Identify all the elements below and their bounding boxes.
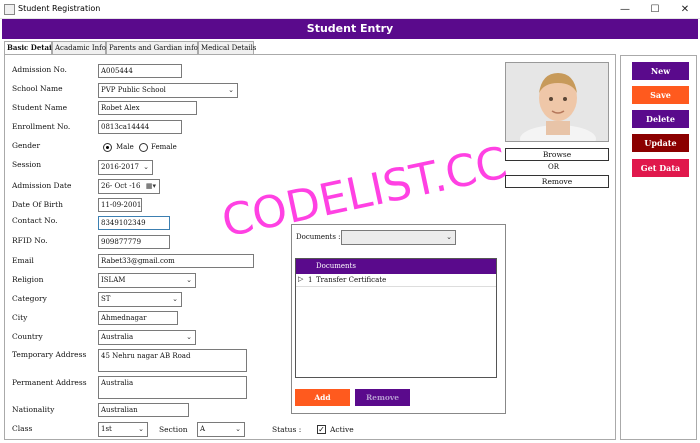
nationality-input[interactable]: Australian bbox=[98, 403, 189, 417]
contact-no-label: Contact No. bbox=[12, 216, 58, 225]
gender-female-radio[interactable] bbox=[139, 143, 148, 152]
chevron-down-icon: ⌄ bbox=[235, 425, 241, 433]
religion-value: ISLAM bbox=[101, 276, 126, 284]
documents-column-header: Documents bbox=[316, 262, 356, 270]
browse-photo-button[interactable]: Browse bbox=[505, 148, 609, 161]
temporary-address-input[interactable]: 45 Nehru nagar AB Road bbox=[98, 349, 247, 372]
update-button[interactable]: Update bbox=[632, 134, 689, 152]
enrollment-no-input[interactable]: 0813ca14444 bbox=[98, 120, 182, 134]
session-value: 2016-2017 bbox=[101, 163, 139, 171]
maximize-button[interactable]: ☐ bbox=[640, 0, 670, 19]
admission-no-label: Admission No. bbox=[12, 65, 67, 74]
section-value: A bbox=[200, 425, 206, 433]
contact-no-input[interactable]: 8349102349 bbox=[98, 216, 170, 230]
table-row[interactable]: ▷ 1 Transfer Certificate bbox=[296, 274, 496, 287]
app-icon bbox=[4, 4, 15, 15]
temporary-address-label: Temporary Address bbox=[12, 350, 87, 359]
session-select[interactable]: 2016-2017 ⌄ bbox=[98, 160, 153, 175]
school-name-label: School Name bbox=[12, 84, 63, 93]
country-select[interactable]: Australia ⌄ bbox=[98, 330, 196, 345]
admission-no-input[interactable]: A005444 bbox=[98, 64, 182, 78]
religion-label: Religion bbox=[12, 275, 44, 284]
admission-date-picker[interactable]: 26- Oct -16 ▦▾ bbox=[98, 179, 160, 194]
tab-basic-details[interactable]: Basic Details bbox=[4, 41, 58, 55]
close-button[interactable]: ✕ bbox=[670, 0, 700, 19]
permanent-address-label: Permanent Address bbox=[12, 378, 87, 387]
student-photo bbox=[505, 62, 609, 142]
category-label: Category bbox=[12, 294, 47, 303]
gender-male-radio[interactable] bbox=[103, 143, 112, 152]
class-label: Class bbox=[12, 424, 33, 433]
country-value: Australia bbox=[101, 333, 134, 341]
documents-grid: Documents ▷ 1 Transfer Certificate bbox=[295, 258, 497, 378]
chevron-down-icon: ⌄ bbox=[143, 163, 149, 171]
email-input[interactable]: Rabet33@gmail.com bbox=[98, 254, 254, 268]
school-name-select[interactable]: PVP Public School ⌄ bbox=[98, 83, 238, 98]
actions-panel: New Save Delete Update Get Data bbox=[620, 55, 697, 440]
country-label: Country bbox=[12, 332, 43, 341]
section-label: Section bbox=[159, 425, 188, 434]
title-bar: Student Registration — ☐ ✕ bbox=[0, 0, 700, 19]
rfid-no-label: RFID No. bbox=[12, 236, 48, 245]
window-title: Student Registration bbox=[18, 4, 101, 13]
chevron-down-icon: ⌄ bbox=[172, 295, 178, 303]
student-name-label: Student Name bbox=[12, 103, 68, 112]
tab-academic-info[interactable]: Acadamic Info bbox=[52, 41, 106, 54]
delete-button[interactable]: Delete bbox=[632, 110, 689, 128]
chevron-down-icon: ⌄ bbox=[228, 86, 234, 94]
permanent-address-input[interactable]: Australia bbox=[98, 376, 247, 399]
class-select[interactable]: 1st ⌄ bbox=[98, 422, 148, 437]
category-select[interactable]: ST ⌄ bbox=[98, 292, 182, 307]
chevron-down-icon: ⌄ bbox=[138, 425, 144, 433]
rfid-no-input[interactable]: 909877779 bbox=[98, 235, 170, 249]
city-label: City bbox=[12, 313, 28, 322]
nationality-label: Nationality bbox=[12, 405, 55, 414]
page-title: Student Entry bbox=[2, 19, 698, 39]
chevron-down-icon: ⌄ bbox=[446, 233, 452, 241]
tab-parents-guardian-info[interactable]: Parents and Gardian info bbox=[106, 41, 198, 54]
admission-date-label: Admission Date bbox=[12, 181, 72, 190]
gender-male-label: Male bbox=[116, 143, 134, 151]
category-value: ST bbox=[101, 295, 111, 303]
school-name-value: PVP Public School bbox=[101, 86, 166, 94]
minimize-button[interactable]: — bbox=[610, 0, 640, 19]
remove-document-button[interactable]: Remove bbox=[355, 389, 410, 406]
get-data-button[interactable]: Get Data bbox=[632, 159, 689, 177]
remove-photo-button[interactable]: Remove bbox=[505, 175, 609, 188]
dob-label: Date Of Birth bbox=[12, 200, 63, 209]
row-pointer-icon: ▷ bbox=[298, 275, 304, 283]
tab-medical-details[interactable]: Medical Details bbox=[198, 41, 256, 54]
student-name-input[interactable]: Robet Alex bbox=[98, 101, 197, 115]
class-value: 1st bbox=[101, 425, 112, 433]
gender-label: Gender bbox=[12, 141, 41, 150]
photo-or-label: OR bbox=[548, 163, 560, 171]
add-document-button[interactable]: Add bbox=[295, 389, 350, 406]
chevron-down-icon: ⌄ bbox=[186, 333, 192, 341]
save-button[interactable]: Save bbox=[632, 86, 689, 104]
gender-female-label: Female bbox=[151, 143, 177, 151]
enrollment-no-label: Enrollment No. bbox=[12, 122, 71, 131]
new-button[interactable]: New bbox=[632, 62, 689, 80]
documents-label: Documents : bbox=[296, 233, 341, 241]
status-label: Status : bbox=[272, 425, 302, 434]
email-label: Email bbox=[12, 256, 34, 265]
calendar-icon: ▦▾ bbox=[145, 182, 156, 190]
document-row-name: Transfer Certificate bbox=[316, 276, 387, 284]
active-checkbox[interactable]: ✓ bbox=[317, 425, 326, 434]
session-label: Session bbox=[12, 160, 42, 169]
city-input[interactable]: Ahmednagar bbox=[98, 311, 178, 325]
admission-date-value: 26- Oct -16 bbox=[101, 182, 141, 190]
document-row-number: 1 bbox=[308, 276, 313, 284]
chevron-down-icon: ⌄ bbox=[186, 276, 192, 284]
documents-select[interactable]: ⌄ bbox=[341, 230, 456, 245]
section-select[interactable]: A ⌄ bbox=[197, 422, 245, 437]
active-checkbox-label: Active bbox=[330, 425, 354, 434]
dob-input[interactable]: 11-09-2001 bbox=[98, 198, 142, 212]
religion-select[interactable]: ISLAM ⌄ bbox=[98, 273, 196, 288]
